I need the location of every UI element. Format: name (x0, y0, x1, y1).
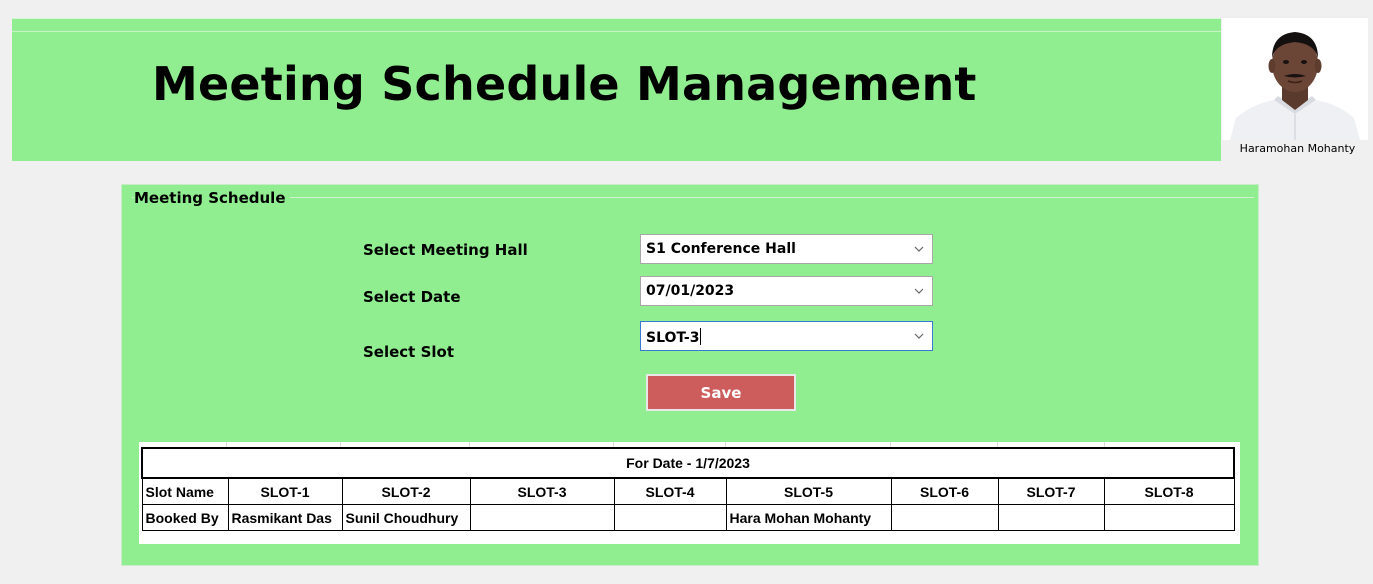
slot-select[interactable]: SLOT-3 (640, 321, 933, 351)
meeting-schedule-panel: Meeting Schedule Select Meeting Hall S1 … (121, 184, 1259, 566)
slot-label: Select Slot (363, 343, 454, 361)
date-value: 07/01/2023 (646, 283, 735, 299)
booked-by-cell (613, 504, 727, 531)
user-name: Haramohan Mohanty (1239, 142, 1356, 155)
page-title: Meeting Schedule Management (152, 57, 977, 111)
booked-by-cell: Sunil Choudhury (341, 504, 471, 531)
slot-name-cell: SLOT-1 (227, 477, 343, 505)
booked-by-cell (469, 504, 615, 531)
user-avatar (1222, 18, 1368, 140)
header-banner: Meeting Schedule Management (12, 18, 1221, 161)
table-row: Booked By Rasmikant Das Sunil Choudhury … (141, 504, 1235, 531)
text-caret (700, 328, 702, 345)
slot-name-cell: SLOT-7 (997, 477, 1105, 505)
table-title-row: For Date - 1/7/2023 (141, 447, 1235, 479)
booked-by-cell: Hara Mohan Mohanty (725, 504, 892, 531)
chevron-down-icon (914, 288, 924, 294)
booked-by-cell: Rasmikant Das (227, 504, 343, 531)
table-row: Slot Name SLOT-1 SLOT-2 SLOT-3 SLOT-4 SL… (141, 477, 1235, 505)
booked-by-cell (1103, 504, 1235, 531)
date-label: Select Date (363, 288, 461, 306)
slot-value-wrap: SLOT-3 (646, 328, 702, 346)
slot-name-cell: SLOT-8 (1103, 477, 1235, 505)
meeting-hall-select[interactable]: S1 Conference Hall (640, 234, 933, 264)
row-header-booked-by: Booked By (141, 504, 229, 531)
save-button[interactable]: Save (646, 374, 796, 411)
hall-label: Select Meeting Hall (363, 241, 528, 259)
schedule-table-container: For Date - 1/7/2023 Slot Name SLOT-1 SLO… (139, 442, 1240, 544)
panel-legend: Meeting Schedule (134, 189, 290, 207)
slot-name-cell: SLOT-5 (725, 477, 892, 505)
slot-name-cell: SLOT-2 (341, 477, 471, 505)
meeting-hall-value: S1 Conference Hall (646, 241, 796, 257)
slot-value: SLOT-3 (646, 330, 700, 346)
slot-name-cell: SLOT-6 (890, 477, 999, 505)
slot-name-cell: SLOT-4 (613, 477, 727, 505)
chevron-down-icon (914, 333, 924, 339)
chevron-down-icon (914, 246, 924, 252)
date-select[interactable]: 07/01/2023 (640, 276, 933, 306)
slot-name-cell: SLOT-3 (469, 477, 615, 505)
row-header-slot-name: Slot Name (141, 477, 229, 505)
table-title: For Date - 1/7/2023 (141, 447, 1235, 479)
schedule-table: For Date - 1/7/2023 Slot Name SLOT-1 SLO… (141, 447, 1235, 531)
banner-divider (12, 31, 1221, 32)
booked-by-cell (997, 504, 1105, 531)
panel-border-line (132, 197, 1254, 198)
booked-by-cell (890, 504, 999, 531)
